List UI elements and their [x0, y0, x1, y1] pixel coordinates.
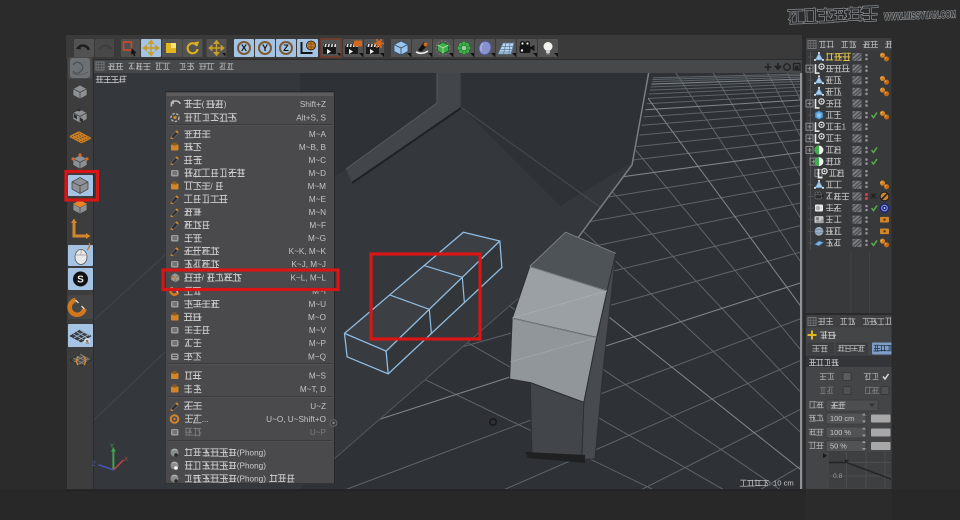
svg-text:M~D: M~D	[308, 169, 326, 178]
svg-text:0.8: 0.8	[833, 473, 843, 480]
svg-text:100 %: 100 %	[830, 428, 851, 437]
svg-text:(Phong): (Phong)	[237, 449, 266, 458]
svg-text:M~S: M~S	[309, 372, 327, 381]
svg-text:M~B, B: M~B, B	[299, 143, 327, 152]
svg-text:1: 1	[842, 121, 847, 131]
svg-text:U~O, U~Shift+O: U~O, U~Shift+O	[266, 415, 326, 424]
svg-text:X: X	[241, 43, 247, 53]
svg-text:S: S	[77, 275, 84, 286]
svg-text:...: ...	[202, 415, 209, 424]
svg-text:(Phong): (Phong)	[237, 462, 266, 471]
svg-text:K~L, M~L: K~L, M~L	[290, 274, 326, 283]
svg-text:M~G: M~G	[308, 234, 326, 243]
svg-text:): )	[224, 100, 227, 109]
svg-text:Shift+Z: Shift+Z	[300, 100, 326, 109]
svg-text:M~T, D: M~T, D	[300, 385, 326, 394]
svg-text:M~U: M~U	[308, 300, 326, 309]
svg-text:M~F: M~F	[309, 221, 326, 230]
svg-text:X: X	[124, 457, 128, 463]
svg-text:K~J, M~J: K~J, M~J	[291, 260, 326, 269]
svg-text:(Phong): (Phong)	[237, 475, 266, 484]
svg-text:(: (	[202, 100, 205, 109]
svg-text:Z: Z	[283, 43, 289, 53]
svg-text:Alt+S, S: Alt+S, S	[296, 114, 326, 123]
svg-text:M~V: M~V	[309, 326, 327, 335]
svg-text:Y: Y	[110, 444, 114, 450]
svg-text:50 %: 50 %	[830, 442, 847, 451]
svg-text:M~O: M~O	[308, 313, 326, 322]
svg-text:: 10 cm: : 10 cm	[769, 479, 794, 488]
svg-text:U~P: U~P	[310, 428, 327, 437]
svg-text:100 cm: 100 cm	[830, 414, 854, 423]
svg-text:Z: Z	[92, 462, 96, 468]
svg-text:M~Q: M~Q	[308, 353, 326, 362]
svg-text:Y: Y	[262, 43, 268, 53]
svg-text:M~P: M~P	[309, 339, 327, 348]
svg-text:U~Z: U~Z	[310, 402, 326, 411]
svg-text:M~A: M~A	[309, 130, 327, 139]
svg-text:M~N: M~N	[308, 208, 326, 217]
svg-text:M~C: M~C	[308, 156, 326, 165]
svg-text:M~M: M~M	[308, 182, 327, 191]
svg-text:M~E: M~E	[309, 195, 327, 204]
svg-text:K~K, M~K: K~K, M~K	[289, 247, 327, 256]
